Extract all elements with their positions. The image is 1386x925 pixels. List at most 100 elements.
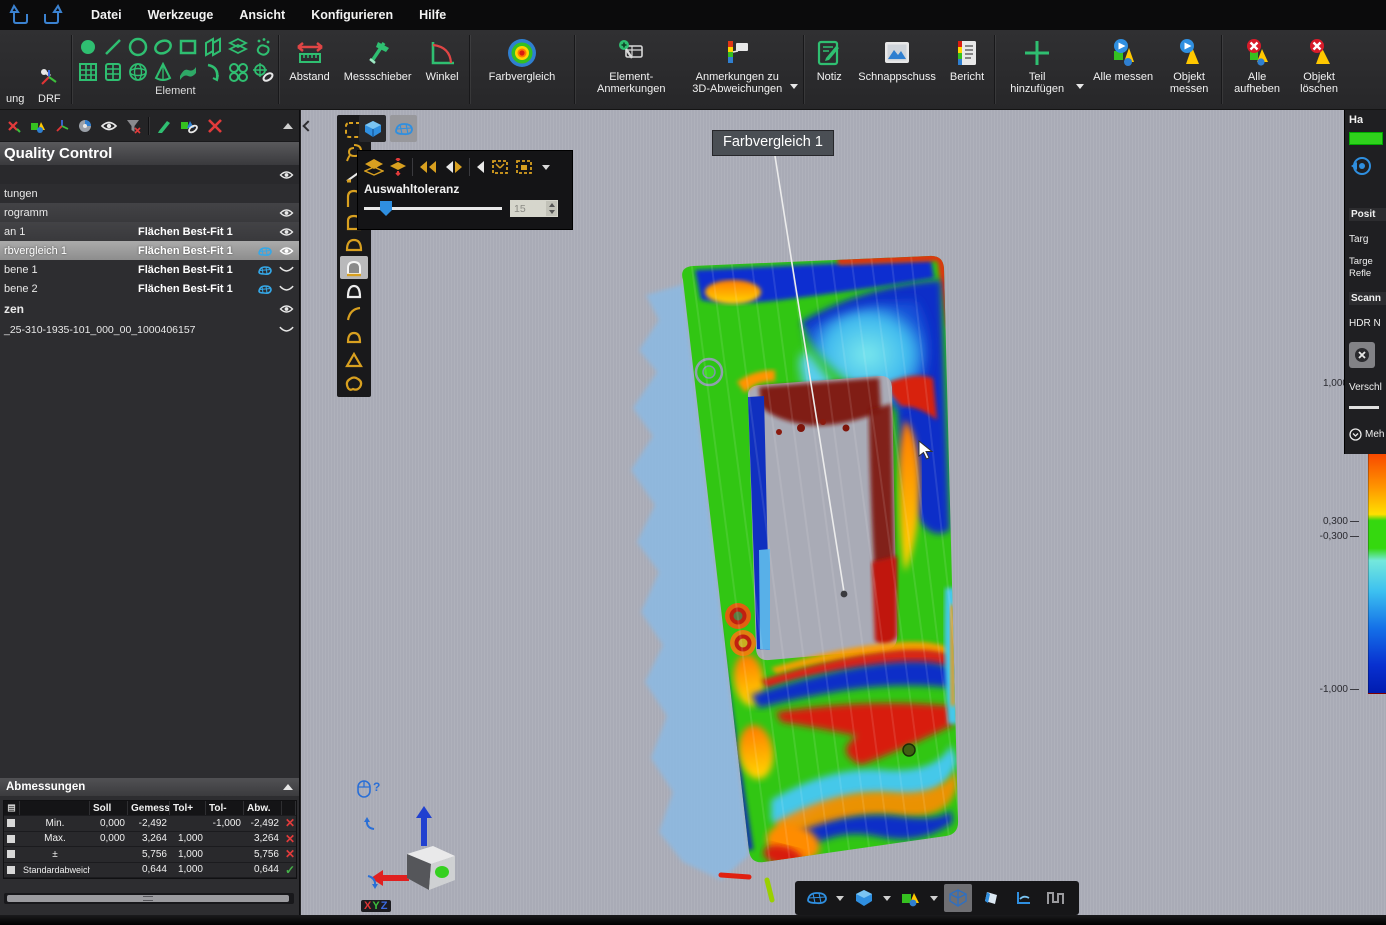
dimensions-collapse-caret[interactable] (283, 784, 293, 790)
element-pointcloud-icon[interactable] (252, 37, 274, 57)
annotation-label[interactable]: Farbvergleich 1 (712, 130, 834, 156)
row-checkbox[interactable] (7, 835, 15, 843)
tree-row-selected[interactable]: rbvergleich 1 Flächen Best-Fit 1 (0, 241, 299, 260)
notiz-button[interactable]: Notiz (807, 30, 851, 109)
visibility-eye-icon[interactable] (278, 226, 295, 238)
shutter-slider[interactable] (1349, 406, 1379, 409)
delete-item-icon[interactable] (206, 117, 224, 135)
nav-left-icon[interactable] (474, 159, 486, 175)
features-display-button[interactable] (897, 884, 924, 912)
panel-dropdown-caret[interactable] (542, 165, 550, 170)
cad-display-caret[interactable] (883, 896, 891, 901)
row-checkbox[interactable] (7, 819, 15, 827)
element-arc-icon[interactable] (203, 62, 223, 82)
element-target-link-icon[interactable] (251, 62, 275, 82)
remove-measure-icon[interactable] (6, 118, 22, 134)
nav-prev-icon[interactable] (443, 159, 465, 175)
abstand-button[interactable]: Abstand (282, 30, 336, 109)
nav-first-icon[interactable] (417, 159, 439, 175)
scrollbar-thumb[interactable] (7, 895, 289, 902)
anmerkungen-3d-button[interactable]: Anmerkungen zu 3D-Abweichungen (684, 30, 790, 109)
objekt-loeschen-button[interactable]: Objekt löschen (1289, 30, 1349, 109)
element-anmerkungen-button[interactable]: Element-Anmerkungen (578, 30, 684, 109)
messschieber-button[interactable]: Messschieber (337, 30, 419, 109)
teil-hinzufuegen-button[interactable]: Teil hinzufügen (998, 30, 1076, 109)
tab-mesh-view[interactable] (390, 115, 417, 142)
rotate-down-icon[interactable] (365, 874, 379, 890)
tree-row[interactable]: bene 2 Flächen Best-Fit 1 (0, 279, 299, 298)
objekt-messen-button[interactable]: Objekt messen (1160, 30, 1218, 109)
tree-row[interactable]: rogramm (0, 203, 299, 222)
histogram-button[interactable] (1044, 884, 1071, 912)
slider-handle[interactable] (380, 201, 392, 216)
edit-pencil-icon[interactable] (156, 118, 172, 134)
tree-collapse-caret[interactable] (283, 123, 293, 129)
tree-row[interactable]: bene 1 Flächen Best-Fit 1 (0, 260, 299, 279)
farbvergleich-button[interactable]: Farbvergleich (473, 30, 572, 109)
colormap-disc-icon[interactable] (77, 118, 93, 134)
more-label[interactable]: Meh (1365, 429, 1384, 440)
mesh-display-caret[interactable] (836, 896, 844, 901)
visibility-eye-icon[interactable] (278, 169, 295, 181)
element-table-icon[interactable] (103, 62, 123, 82)
row-checkbox[interactable] (7, 850, 15, 858)
alignment-axes-icon[interactable] (54, 118, 70, 134)
element-line-icon[interactable] (103, 37, 123, 57)
select-dome-small-icon[interactable] (340, 325, 368, 348)
tolerance-value-field[interactable]: 15 (510, 200, 558, 217)
select-blob-icon[interactable] (340, 371, 368, 394)
tree-row[interactable]: an 1 Flächen Best-Fit 1 (0, 222, 299, 241)
tree-row[interactable]: zen (0, 298, 299, 320)
orientation-cube[interactable] (371, 806, 471, 906)
element-point-icon[interactable] (78, 37, 98, 57)
teil-hinzufuegen-dropdown-caret[interactable] (1076, 84, 1084, 89)
visibility-eye-icon[interactable] (278, 303, 295, 315)
undo-icon[interactable] (8, 3, 32, 27)
element-ellipse-icon[interactable] (152, 37, 174, 57)
select-dome-active-icon[interactable] (340, 256, 368, 279)
grow-selection-icon[interactable] (490, 158, 510, 176)
layer-all-icon[interactable] (364, 158, 384, 176)
tree-row[interactable] (0, 165, 299, 184)
element-rectangle-icon[interactable] (178, 37, 198, 57)
element-layers-icon[interactable] (227, 37, 249, 57)
visibility-eye-icon[interactable] (278, 207, 295, 219)
menu-ansicht[interactable]: Ansicht (226, 8, 298, 22)
anmerkungen-3d-dropdown-caret[interactable] (790, 84, 798, 89)
visibility-eye-toolbar-icon[interactable] (100, 119, 118, 133)
tree-row[interactable]: tungen (0, 184, 299, 203)
element-circles-icon[interactable] (227, 62, 249, 82)
redo-icon[interactable] (40, 3, 64, 27)
menu-hilfe[interactable]: Hilfe (406, 8, 459, 22)
element-cone-icon[interactable] (153, 62, 173, 82)
visibility-closed-icon[interactable] (278, 284, 295, 294)
select-triangle-icon[interactable] (340, 348, 368, 371)
visibility-eye-icon[interactable] (278, 245, 295, 257)
dimensions-hscrollbar[interactable] (4, 893, 294, 904)
mouse-help-icon[interactable]: ? (357, 780, 380, 798)
plane-display-button[interactable] (978, 884, 1005, 912)
link-features-icon[interactable] (179, 118, 199, 134)
filter-icon[interactable] (125, 118, 141, 134)
position-section[interactable]: Posit (1349, 208, 1386, 221)
element-circle-icon[interactable] (127, 37, 149, 57)
element-sphere-icon[interactable] (128, 62, 148, 82)
shutter-button[interactable] (1349, 342, 1375, 368)
schnappschuss-button[interactable]: Schnappschuss (851, 30, 943, 109)
menu-werkzeuge[interactable]: Werkzeuge (135, 8, 227, 22)
section-display-button[interactable] (1011, 884, 1038, 912)
element-surface-icon[interactable] (177, 62, 199, 82)
tab-cad-view[interactable] (359, 115, 386, 142)
wireframe-box-button[interactable] (944, 884, 971, 912)
shrink-selection-icon[interactable] (514, 158, 534, 176)
element-plane-icon[interactable] (202, 37, 224, 57)
scanner-section[interactable]: Scann (1349, 292, 1386, 305)
alle-aufheben-button[interactable]: Alle aufheben (1225, 30, 1289, 109)
visibility-closed-icon[interactable] (278, 325, 295, 335)
tolerance-slider[interactable] (364, 207, 502, 210)
layer-split-icon[interactable] (388, 158, 408, 176)
element-grid-icon[interactable] (78, 62, 98, 82)
tree-row[interactable]: _25-310-1935-101_000_00_1000406157 (0, 320, 299, 339)
dimension-row-plusminus[interactable]: ± 5,756 1,000 5,756 ✕ (4, 847, 296, 863)
bericht-button[interactable]: Bericht (943, 30, 991, 109)
